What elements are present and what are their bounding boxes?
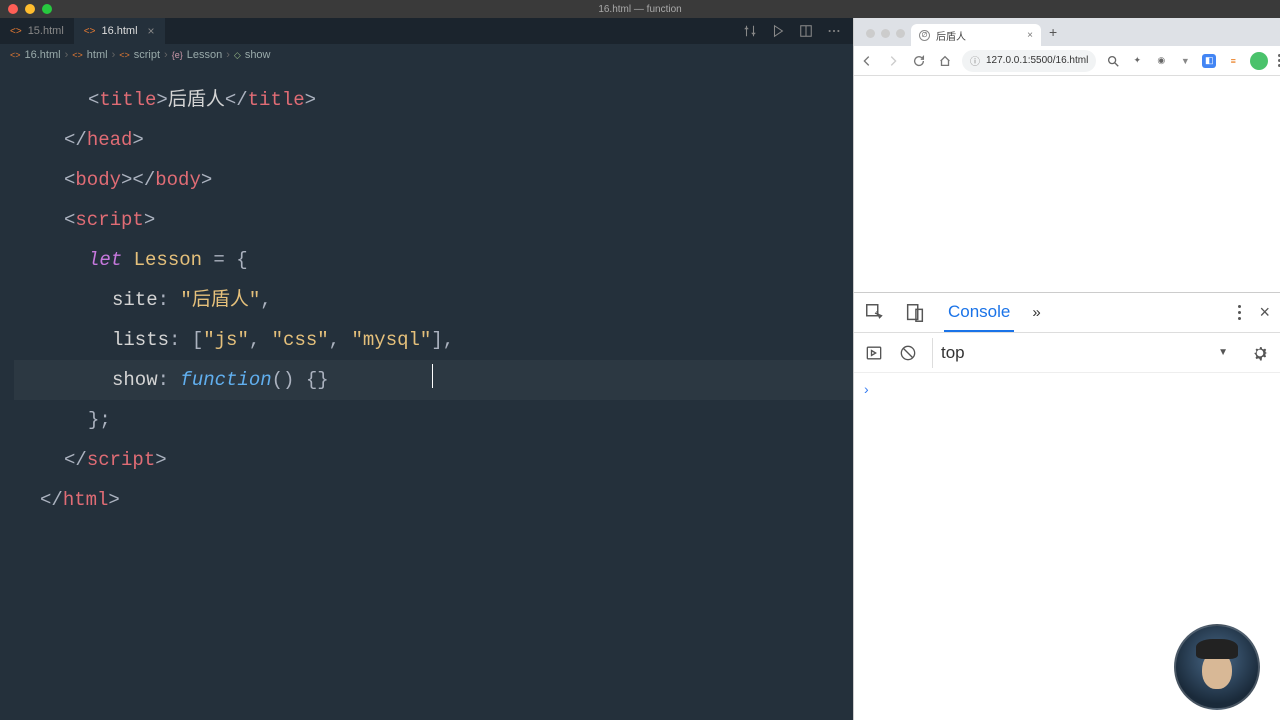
new-tab-button[interactable]: + <box>1041 24 1065 46</box>
browser-window: ∅ 后盾人 × + ⓘ 127.0.0.1:5500/16.html ✦ ◉ ▼ <box>853 18 1280 720</box>
editor-tab-label: 15.html <box>28 25 64 37</box>
extension-icon[interactable]: ◉ <box>1154 54 1168 68</box>
editor-tab-15[interactable]: <> 15.html <box>0 18 74 44</box>
crumb-show[interactable]: ◇show <box>234 49 271 61</box>
text-cursor <box>432 364 433 388</box>
code-area[interactable]: <title>后盾人</title> </head> <body></body>… <box>0 66 853 720</box>
console-toolbar: top ▼ <box>854 333 1280 373</box>
url-text: 127.0.0.1:5500/16.html <box>986 55 1088 66</box>
code-editor: <> 15.html <> 16.html × <>16.html › <>ht… <box>0 18 853 720</box>
reload-icon[interactable] <box>912 54 926 68</box>
gear-icon[interactable] <box>1250 343 1270 363</box>
extension-icons: ✦ ◉ ▼ ◧ ≡ <box>1106 52 1280 70</box>
html-file-icon: <> <box>10 26 22 37</box>
devtools-menu-icon[interactable] <box>1238 305 1241 320</box>
minimize-window-button[interactable] <box>25 4 35 14</box>
extension-icon[interactable]: ✦ <box>1130 54 1144 68</box>
devtools-tabs: Console » × <box>854 293 1280 333</box>
browser-minimize-button[interactable] <box>881 29 890 38</box>
editor-tab-16[interactable]: <> 16.html × <box>74 18 165 44</box>
back-icon[interactable] <box>860 54 874 68</box>
maximize-window-button[interactable] <box>42 4 52 14</box>
crumb-file[interactable]: <>16.html <box>10 49 61 61</box>
browser-toolbar: ⓘ 127.0.0.1:5500/16.html ✦ ◉ ▼ ◧ ≡ <box>854 46 1280 76</box>
inspect-element-icon[interactable] <box>864 302 886 324</box>
window-title: 16.html — function <box>598 4 681 15</box>
extension-icon[interactable]: ▼ <box>1178 54 1192 68</box>
close-browser-tab-icon[interactable]: × <box>1027 30 1033 41</box>
favicon-icon: ∅ <box>919 30 930 41</box>
crumb-lesson[interactable]: {e}Lesson <box>172 49 223 61</box>
site-info-icon[interactable]: ⓘ <box>970 53 980 68</box>
clear-console-icon[interactable] <box>898 343 918 363</box>
device-toggle-icon[interactable] <box>904 302 926 324</box>
console-run-icon[interactable] <box>864 343 884 363</box>
traffic-lights <box>8 4 52 14</box>
console-prompt-icon: › <box>864 381 869 397</box>
browser-tab[interactable]: ∅ 后盾人 × <box>911 24 1041 46</box>
html-file-icon: <> <box>84 26 96 37</box>
profile-avatar[interactable] <box>1250 52 1268 70</box>
context-label: top <box>941 343 965 363</box>
crumb-html[interactable]: <>html <box>72 49 107 61</box>
webcam-overlay <box>1174 624 1260 710</box>
close-window-button[interactable] <box>8 4 18 14</box>
split-editor-icon[interactable] <box>799 24 813 38</box>
editor-tab-bar: <> 15.html <> 16.html × <box>0 18 853 44</box>
browser-tab-strip: ∅ 后盾人 × + <box>854 18 1280 46</box>
crumb-script[interactable]: <>script <box>119 49 160 61</box>
search-icon[interactable] <box>1106 54 1120 68</box>
browser-traffic-lights <box>860 29 911 46</box>
editor-tab-actions <box>743 24 853 38</box>
breadcrumb: <>16.html › <>html › <>script › {e}Lesso… <box>0 44 853 66</box>
editor-tab-label: 16.html <box>101 25 137 37</box>
forward-icon[interactable] <box>886 54 900 68</box>
context-selector[interactable]: top ▼ <box>932 338 1236 368</box>
close-tab-icon[interactable]: × <box>148 24 155 38</box>
compare-icon[interactable] <box>743 24 757 38</box>
browser-maximize-button[interactable] <box>896 29 905 38</box>
devtools-tab-console[interactable]: Console <box>944 294 1014 332</box>
more-icon[interactable] <box>827 24 841 38</box>
browser-close-button[interactable] <box>866 29 875 38</box>
devtools-close-icon[interactable]: × <box>1259 302 1270 323</box>
more-tabs-icon[interactable]: » <box>1032 304 1040 321</box>
extension-icon[interactable]: ◧ <box>1202 54 1216 68</box>
run-icon[interactable] <box>771 24 785 38</box>
home-icon[interactable] <box>938 54 952 68</box>
window-title-bar: 16.html — function <box>0 0 1280 18</box>
browser-tab-title: 后盾人 <box>936 28 966 43</box>
extension-icon[interactable]: ≡ <box>1226 54 1240 68</box>
chevron-down-icon: ▼ <box>1218 347 1228 358</box>
url-input[interactable]: ⓘ 127.0.0.1:5500/16.html <box>962 50 1096 72</box>
